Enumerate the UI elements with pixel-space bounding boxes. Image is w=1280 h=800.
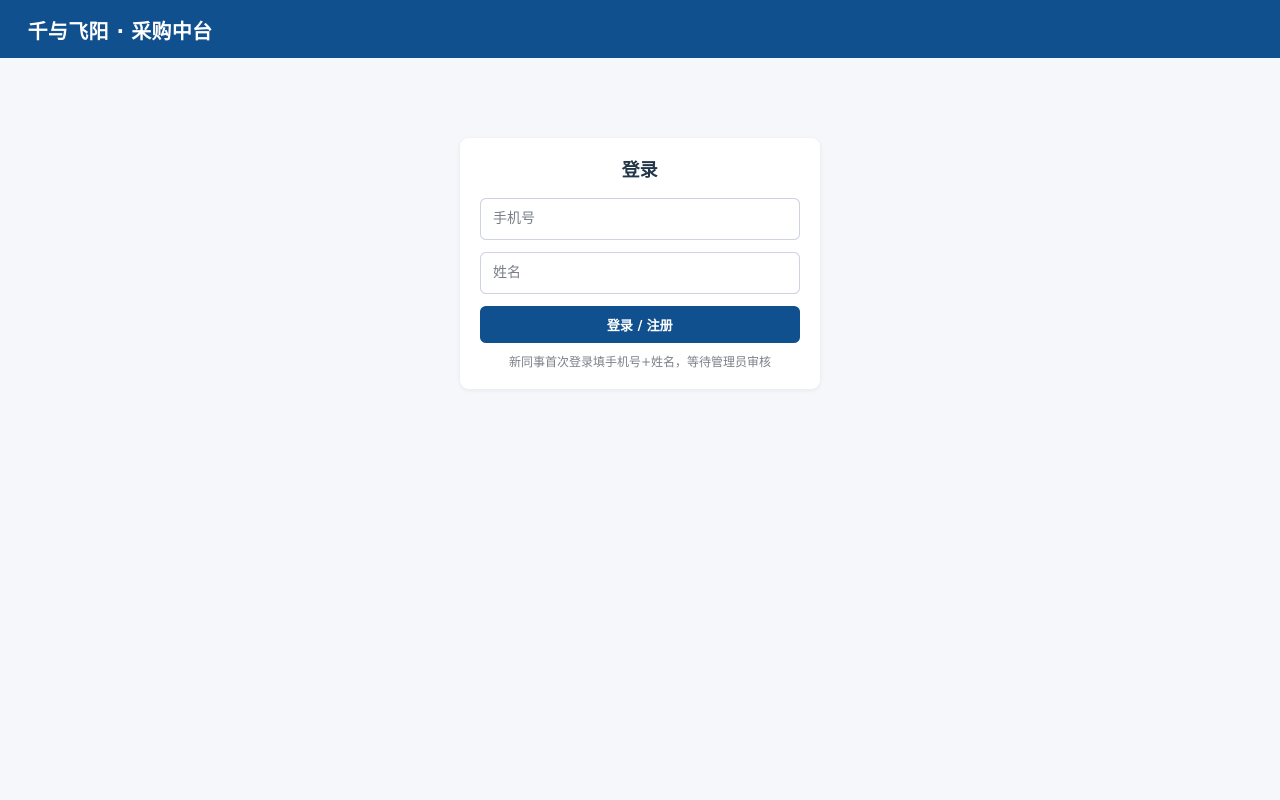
- app-title: 千与飞阳 · 采购中台: [28, 18, 213, 43]
- top-bar: 千与飞阳 · 采购中台: [0, 0, 1280, 58]
- login-card: 登录 登录 / 注册 新同事首次登录填手机号+姓名，等待管理员审核: [460, 138, 820, 389]
- login-register-button[interactable]: 登录 / 注册: [480, 306, 800, 343]
- name-input[interactable]: [480, 252, 800, 294]
- login-title: 登录: [622, 160, 658, 181]
- login-hint: 新同事首次登录填手机号+姓名，等待管理员审核: [508, 355, 772, 369]
- phone-input[interactable]: [480, 198, 800, 240]
